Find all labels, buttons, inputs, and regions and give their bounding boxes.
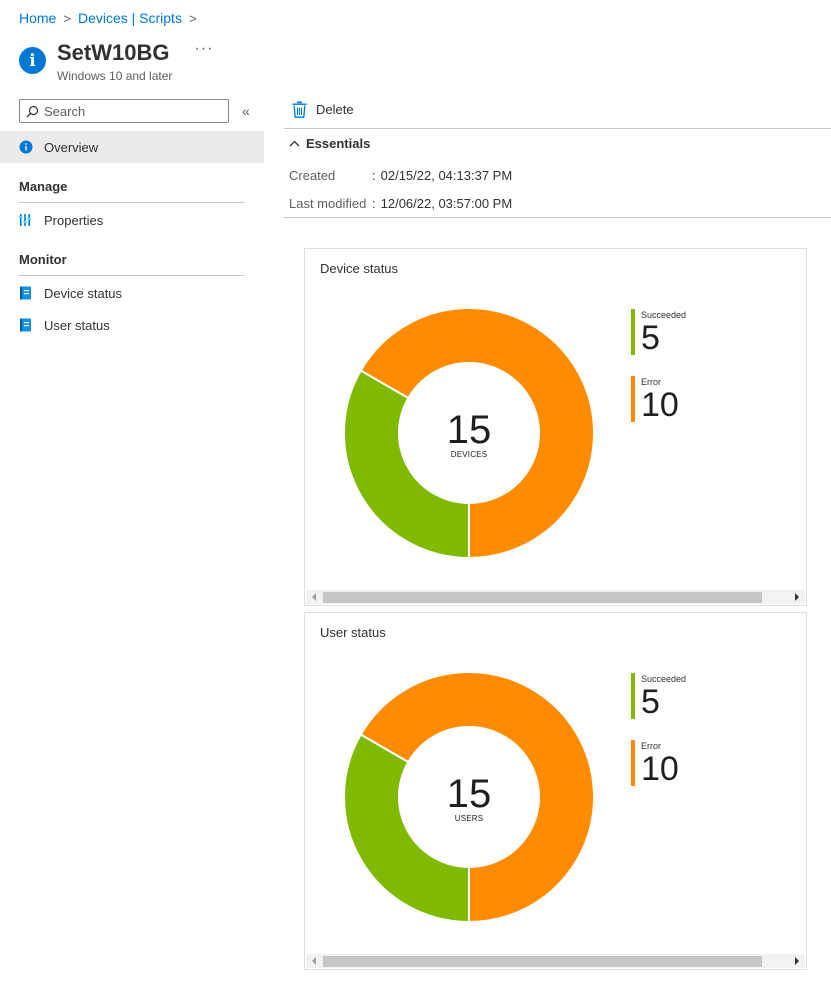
page-header: i SetW10BG ··· Windows 10 and later <box>19 40 213 83</box>
horizontal-scrollbar[interactable] <box>306 590 805 604</box>
delete-label: Delete <box>316 102 354 117</box>
scrollbar-thumb[interactable] <box>323 592 762 603</box>
legend-item-succeeded[interactable]: Succeeded 5 <box>631 673 686 719</box>
device-status-card: Device status 15 DEVICES Succeeded 5 Err… <box>304 248 807 606</box>
sidebar-item-device-status[interactable]: Device status <box>0 277 264 309</box>
essentials-value: 12/06/22, 03:57:00 PM <box>380 196 513 211</box>
breadcrumb: Home > Devices | Scripts > <box>19 10 204 26</box>
breadcrumb-separator: > <box>63 10 71 26</box>
succeeded-color-swatch <box>631 309 635 355</box>
user-status-donut-chart: 15 USERS <box>343 671 595 923</box>
breadcrumb-home-link[interactable]: Home <box>19 10 56 26</box>
scroll-left-arrow-icon[interactable] <box>312 957 316 965</box>
user-status-card: User status 15 USERS Succeeded 5 Error 1… <box>304 612 807 970</box>
legend-item-error[interactable]: Error 10 <box>631 740 679 786</box>
device-total-label: DEVICES <box>451 450 488 459</box>
sidebar-item-properties[interactable]: Properties <box>0 204 264 236</box>
essentials-toggle[interactable]: Essentials <box>289 136 370 151</box>
search-icon <box>26 105 39 117</box>
toolbar-divider <box>284 128 831 129</box>
legend-value: 10 <box>641 750 679 788</box>
essentials-divider <box>284 217 831 218</box>
legend-value: 5 <box>641 319 660 357</box>
essentials-separator: : <box>372 196 376 211</box>
error-color-swatch <box>631 376 635 422</box>
essentials-key: Last modified <box>289 196 367 211</box>
chevron-up-icon <box>289 140 300 147</box>
device-status-donut-chart: 15 DEVICES <box>343 307 595 559</box>
donut-slice-succeeded[interactable] <box>343 733 470 923</box>
user-total-value: 15 <box>447 772 492 816</box>
scrollbar-thumb[interactable] <box>323 956 762 967</box>
legend-value: 10 <box>641 386 679 424</box>
section-divider <box>19 202 244 203</box>
section-divider <box>19 275 244 276</box>
report-icon <box>19 318 33 332</box>
essentials-row-created: Created : 02/15/22, 04:13:37 PM <box>289 168 512 183</box>
essentials-separator: : <box>372 168 376 183</box>
breadcrumb-separator: > <box>188 10 197 26</box>
user-status-title: User status <box>320 625 386 640</box>
sidebar-item-label: User status <box>44 317 110 333</box>
page-title: SetW10BG <box>57 40 170 65</box>
sidebar-item-label: Device status <box>44 285 123 301</box>
title-block: SetW10BG ··· Windows 10 and later <box>57 40 213 83</box>
info-icon: i <box>19 47 46 74</box>
error-color-swatch <box>631 740 635 786</box>
sidebar-item-user-status[interactable]: User status <box>0 309 264 341</box>
report-icon <box>19 286 33 300</box>
donut-slice-succeeded[interactable] <box>343 369 470 559</box>
succeeded-color-swatch <box>631 673 635 719</box>
device-status-title: Device status <box>320 261 399 276</box>
sidebar-item-overview[interactable]: Overview <box>0 131 264 163</box>
sidebar-item-label: Overview <box>44 139 99 155</box>
section-label-monitor: Monitor <box>19 252 67 267</box>
user-total-label: USERS <box>455 814 484 823</box>
page-subtitle: Windows 10 and later <box>57 69 173 83</box>
legend-item-succeeded[interactable]: Succeeded 5 <box>631 309 686 355</box>
section-label-manage: Manage <box>19 179 68 194</box>
scroll-left-arrow-icon[interactable] <box>312 593 316 601</box>
scroll-right-arrow-icon[interactable] <box>795 593 799 601</box>
horizontal-scrollbar[interactable] <box>306 954 805 968</box>
sidebar-search[interactable] <box>19 99 229 123</box>
sidebar-item-label: Properties <box>44 212 104 228</box>
more-options-button[interactable]: ··· <box>194 40 213 58</box>
essentials-row-last-modified: Last modified : 12/06/22, 03:57:00 PM <box>289 196 512 211</box>
essentials-key: Created <box>289 168 336 183</box>
breadcrumb-devices-scripts-link[interactable]: Devices | Scripts <box>78 10 182 26</box>
search-input[interactable] <box>44 103 214 119</box>
legend-item-error[interactable]: Error 10 <box>631 376 679 422</box>
scroll-right-arrow-icon[interactable] <box>795 957 799 965</box>
info-icon <box>19 140 33 154</box>
legend-value: 5 <box>641 683 660 721</box>
essentials-label: Essentials <box>306 136 371 151</box>
properties-icon <box>19 213 33 227</box>
collapse-sidebar-button[interactable]: « <box>242 103 250 119</box>
essentials-value: 02/15/22, 04:13:37 PM <box>380 168 513 183</box>
trash-icon <box>292 101 307 118</box>
device-total-value: 15 <box>447 408 492 452</box>
delete-button[interactable]: Delete <box>292 101 354 118</box>
